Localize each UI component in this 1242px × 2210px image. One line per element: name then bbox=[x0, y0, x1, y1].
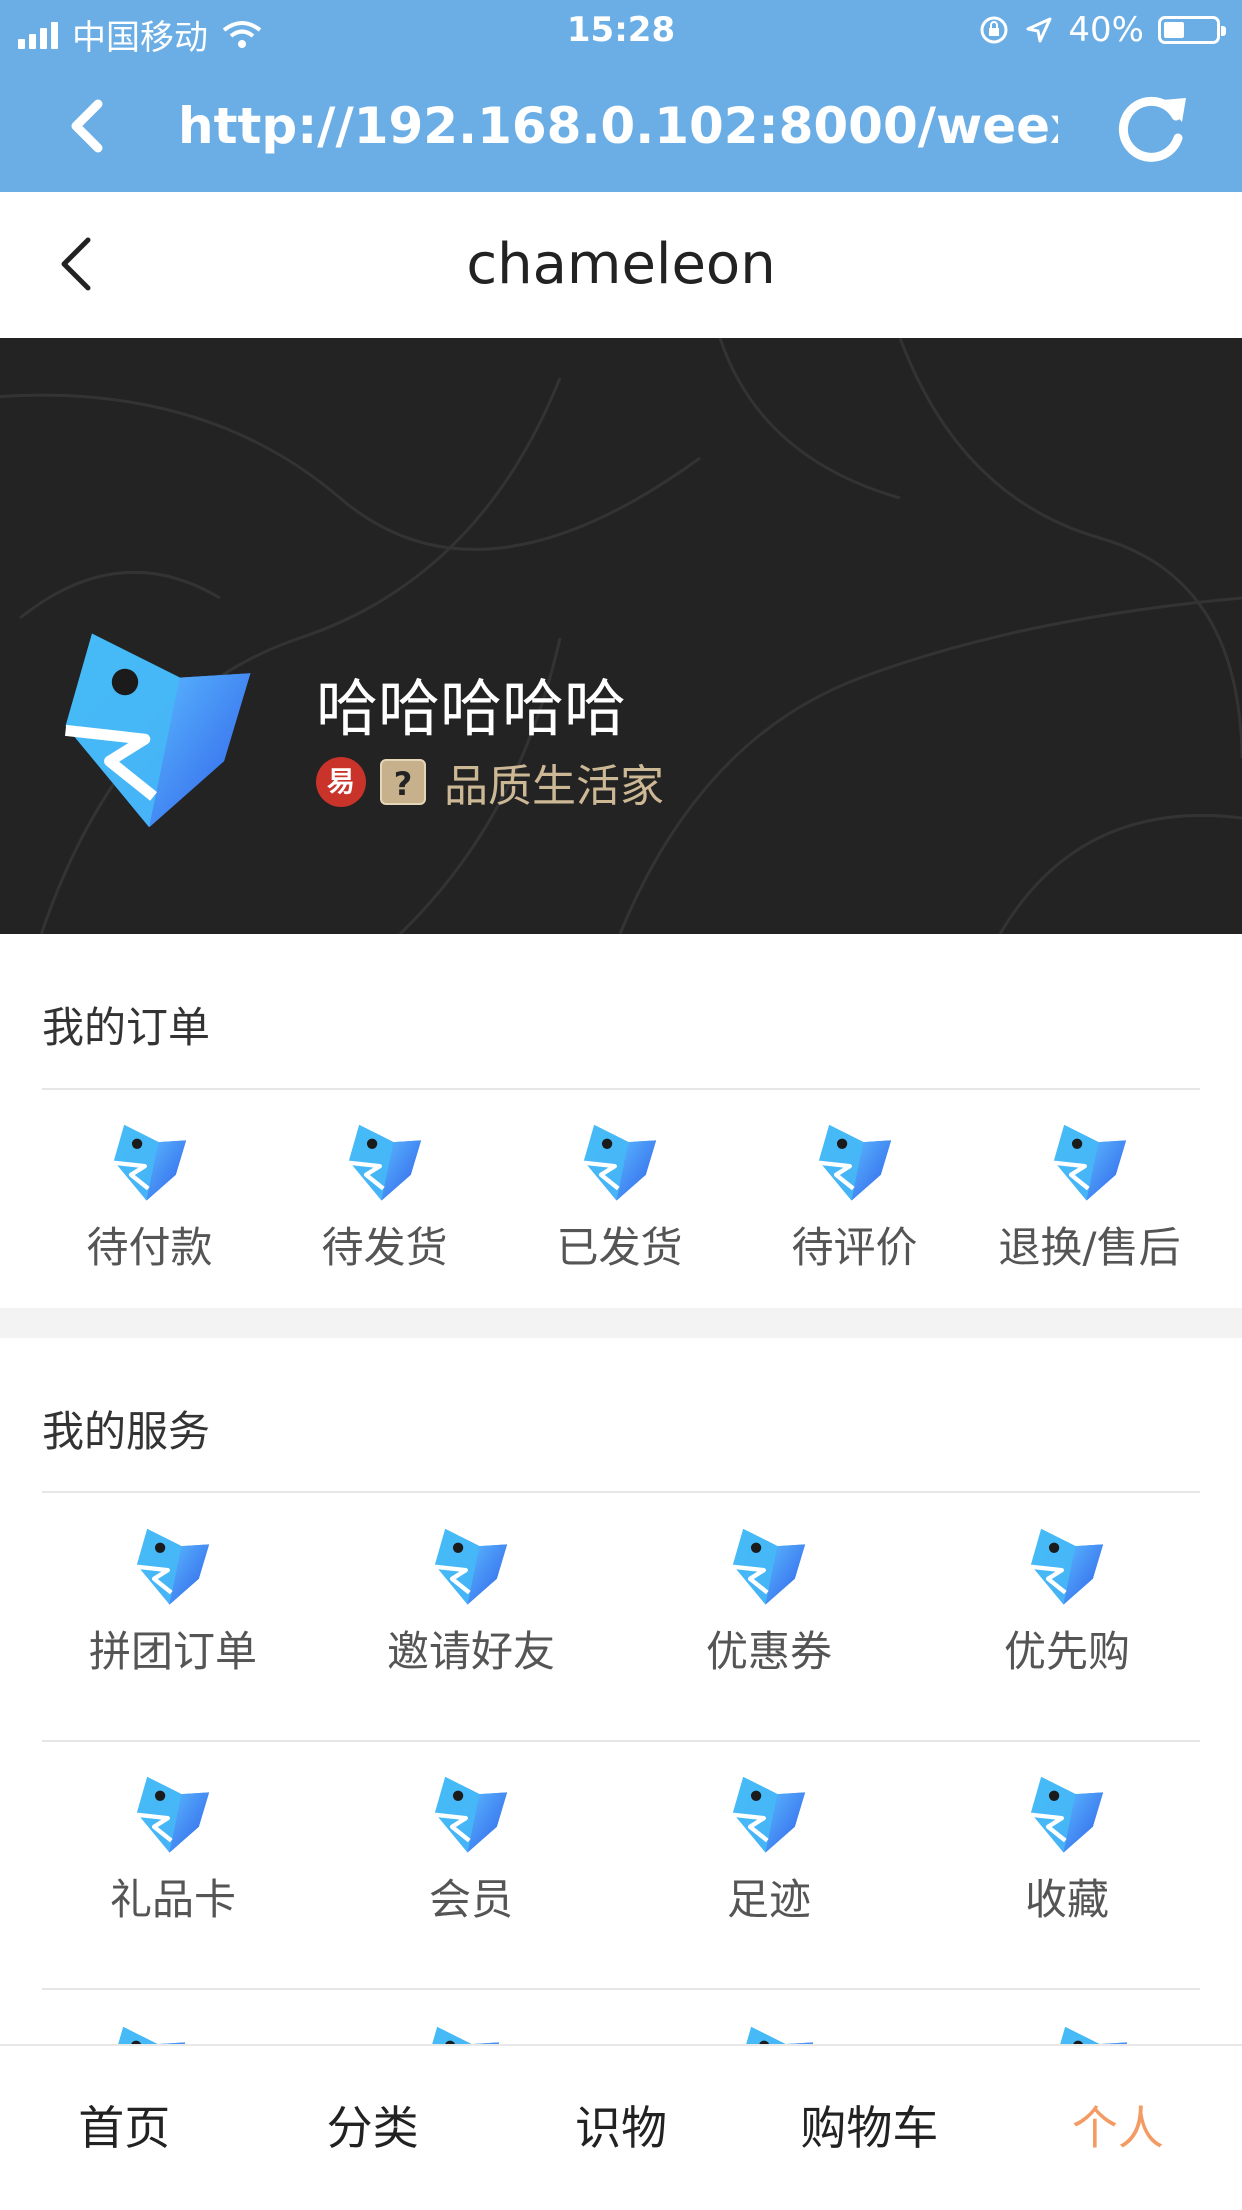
battery-percent: 40% bbox=[1068, 10, 1144, 50]
chameleon-logo-icon bbox=[812, 1118, 898, 1204]
section-gap bbox=[0, 1308, 1242, 1338]
service-item[interactable]: 收藏 bbox=[918, 1770, 1216, 1927]
chameleon-logo-icon bbox=[577, 1118, 663, 1204]
chameleon-logo-icon bbox=[428, 1770, 514, 1856]
battery-icon bbox=[1158, 16, 1226, 44]
chameleon-logo-icon bbox=[726, 1770, 812, 1856]
service-item-label: 优惠券 bbox=[705, 1627, 832, 1676]
service-icon-partial bbox=[1048, 2020, 1134, 2044]
page-title: chameleon bbox=[466, 232, 776, 297]
tab-item[interactable]: 分类 bbox=[248, 2046, 496, 2210]
service-icon-partial bbox=[106, 2020, 192, 2044]
browser-back-icon[interactable] bbox=[60, 96, 120, 156]
browser-top-bar: 中国移动 15:28 40% http://192.168.0.102:8000… bbox=[0, 0, 1242, 192]
service-item[interactable]: 优惠券 bbox=[620, 1522, 918, 1679]
service-item-label: 优先购 bbox=[1003, 1627, 1130, 1676]
orders-divider bbox=[42, 1088, 1200, 1090]
order-item-label: 已发货 bbox=[556, 1223, 683, 1272]
services-row: 拼团订单 邀请好友 优惠券 优先购 bbox=[0, 1522, 1242, 1679]
chameleon-logo-icon bbox=[1047, 1118, 1133, 1204]
order-item[interactable]: 待评价 bbox=[737, 1118, 972, 1275]
orders-section-title: 我的订单 bbox=[42, 1003, 211, 1052]
service-item[interactable]: 会员 bbox=[322, 1770, 620, 1927]
service-icon-partial bbox=[420, 2020, 506, 2044]
services-row-partial bbox=[0, 2020, 1242, 2044]
service-item[interactable]: 礼品卡 bbox=[24, 1770, 322, 1927]
chameleon-logo-icon bbox=[107, 1118, 193, 1204]
profile-tags: 易 ? 品质生活家 bbox=[316, 750, 664, 814]
question-badge-icon: ? bbox=[380, 759, 426, 805]
avatar[interactable] bbox=[48, 616, 268, 836]
services-row-divider bbox=[42, 1988, 1200, 1990]
service-item-label: 邀请好友 bbox=[386, 1627, 555, 1676]
service-item[interactable]: 拼团订单 bbox=[24, 1522, 322, 1679]
member-level: 品质生活家 bbox=[444, 761, 664, 812]
service-item-label: 礼品卡 bbox=[109, 1875, 236, 1924]
order-item[interactable]: 已发货 bbox=[502, 1118, 737, 1275]
services-row: 礼品卡 会员 足迹 收藏 bbox=[0, 1770, 1242, 1927]
browser-url-field[interactable]: http://192.168.0.102:8000/weex/c... bbox=[178, 94, 1058, 158]
order-item[interactable]: 待付款 bbox=[32, 1118, 267, 1275]
profile-header: 哈哈哈哈哈 易 ? 品质生活家 bbox=[0, 338, 1242, 934]
status-right: 40% bbox=[978, 10, 1226, 50]
chameleon-logo-icon bbox=[130, 1522, 216, 1608]
chameleon-logo-icon bbox=[1024, 1522, 1110, 1608]
order-item-label: 待付款 bbox=[86, 1223, 213, 1272]
order-item-label: 待发货 bbox=[321, 1223, 448, 1272]
service-item[interactable]: 邀请好友 bbox=[322, 1522, 620, 1679]
location-arrow-icon bbox=[1026, 17, 1052, 43]
tab-item[interactable]: 购物车 bbox=[745, 2046, 993, 2210]
tab-item[interactable]: 个人 bbox=[994, 2046, 1242, 2210]
bottom-tab-bar: 首页 分类 识物 购物车 个人 bbox=[0, 2044, 1242, 2210]
chameleon-logo-icon bbox=[428, 1522, 514, 1608]
refresh-icon[interactable] bbox=[1110, 86, 1192, 168]
services-row-divider bbox=[42, 1740, 1200, 1742]
battery-fill bbox=[1164, 22, 1184, 38]
order-item-label: 待评价 bbox=[791, 1223, 918, 1272]
service-icon-partial bbox=[734, 2020, 820, 2044]
chameleon-logo-icon bbox=[1024, 1770, 1110, 1856]
service-item-label: 拼团订单 bbox=[88, 1627, 257, 1676]
page-nav-bar: chameleon bbox=[0, 192, 1242, 339]
tab-item[interactable]: 首页 bbox=[0, 2046, 248, 2210]
status-bar: 中国移动 15:28 40% bbox=[0, 0, 1242, 62]
service-item[interactable]: 优先购 bbox=[918, 1522, 1216, 1679]
chameleon-logo-icon bbox=[130, 1770, 216, 1856]
service-item[interactable]: 足迹 bbox=[620, 1770, 918, 1927]
chameleon-logo-icon bbox=[726, 1522, 812, 1608]
services-section-title: 我的服务 bbox=[42, 1407, 211, 1456]
order-item[interactable]: 待发货 bbox=[267, 1118, 502, 1275]
chameleon-logo-icon bbox=[342, 1118, 428, 1204]
browser-toolbar: http://192.168.0.102:8000/weex/c... bbox=[0, 72, 1242, 182]
red-badge-icon: 易 bbox=[316, 757, 366, 807]
service-item-label: 足迹 bbox=[726, 1875, 811, 1924]
order-item-label: 退换/售后 bbox=[998, 1223, 1181, 1272]
tab-item[interactable]: 识物 bbox=[497, 2046, 745, 2210]
rotation-lock-icon bbox=[980, 16, 1008, 44]
order-item[interactable]: 退换/售后 bbox=[972, 1118, 1207, 1275]
profile-name: 哈哈哈哈哈 bbox=[316, 672, 627, 745]
orders-grid: 待付款 待发货 已发货 待评价 退换/售后 bbox=[0, 1118, 1242, 1275]
services-divider bbox=[42, 1491, 1200, 1493]
service-item-label: 收藏 bbox=[1024, 1875, 1109, 1924]
service-item-label: 会员 bbox=[428, 1875, 513, 1924]
